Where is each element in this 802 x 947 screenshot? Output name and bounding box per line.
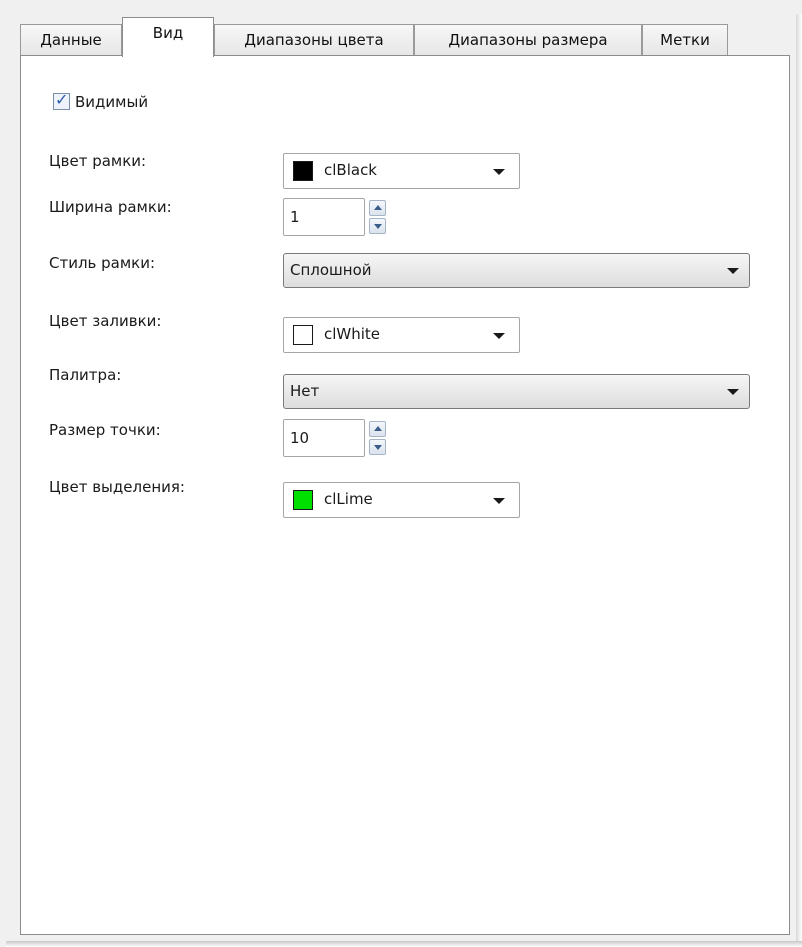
visible-checkbox[interactable]: ✓ <box>53 90 70 110</box>
check-mark-icon: ✓ <box>55 90 69 109</box>
tab-view[interactable]: Вид <box>122 17 214 57</box>
fill-color-label: Цвет заливки: <box>49 312 162 330</box>
selection-color-swatch <box>293 490 313 510</box>
tab-color-ranges[interactable]: Диапазоны цвета <box>214 24 414 56</box>
tab-size-ranges[interactable]: Диапазоны размера <box>414 24 642 56</box>
chevron-down-icon <box>493 169 505 175</box>
visible-checkbox-label[interactable]: Видимый <box>75 93 148 111</box>
tab-labels[interactable]: Метки <box>642 24 728 56</box>
chevron-down-icon <box>493 498 505 504</box>
selection-color-combo[interactable]: clLime <box>283 482 520 518</box>
chevron-down-icon <box>727 268 739 274</box>
point-size-down-button[interactable] <box>369 439 386 455</box>
frame-width-value: 1 <box>290 208 300 226</box>
frame-color-combo[interactable]: clBlack <box>283 153 520 189</box>
tab-view-label: Вид <box>152 24 184 42</box>
point-size-input[interactable]: 10 <box>283 419 365 457</box>
tab-color-ranges-label: Диапазоны цвета <box>244 31 384 49</box>
point-size-label: Размер точки: <box>49 421 161 439</box>
frame-width-up-button[interactable] <box>369 200 386 216</box>
frame-width-down-button[interactable] <box>369 218 386 234</box>
spin-up-icon <box>374 205 382 210</box>
frame-color-label: Цвет рамки: <box>49 152 147 170</box>
spin-down-icon <box>374 445 382 450</box>
frame-style-dropdown[interactable]: Сплошной <box>283 253 750 288</box>
selection-color-label: Цвет выделения: <box>49 478 185 496</box>
window-shadow <box>796 14 802 944</box>
view-tab-panel: ✓ Видимый Цвет рамки: clBlack Ширина рам… <box>20 55 790 935</box>
frame-color-swatch <box>293 161 313 181</box>
frame-width-input[interactable]: 1 <box>283 198 365 236</box>
tab-size-ranges-label: Диапазоны размера <box>448 31 608 49</box>
frame-style-label: Стиль рамки: <box>49 254 156 272</box>
fill-color-combo[interactable]: clWhite <box>283 317 520 353</box>
chevron-down-icon <box>727 389 739 395</box>
point-size-value: 10 <box>290 429 310 447</box>
point-size-up-button[interactable] <box>369 421 386 437</box>
fill-color-value: clWhite <box>324 325 381 343</box>
frame-width-label: Ширина рамки: <box>49 198 172 216</box>
frame-color-value: clBlack <box>324 161 377 179</box>
palette-value: Нет <box>290 382 320 400</box>
palette-label: Палитра: <box>49 366 122 384</box>
spin-down-icon <box>374 224 382 229</box>
window-shadow <box>6 941 802 947</box>
palette-dropdown[interactable]: Нет <box>283 374 750 409</box>
chevron-down-icon <box>493 333 505 339</box>
tab-data-label: Данные <box>40 31 102 49</box>
frame-style-value: Сплошной <box>290 261 372 279</box>
spin-up-icon <box>374 426 382 431</box>
tab-data[interactable]: Данные <box>20 24 122 56</box>
selection-color-value: clLime <box>324 490 373 508</box>
properties-dialog: Данные Вид Диапазоны цвета Диапазоны раз… <box>0 0 802 947</box>
fill-color-swatch <box>293 325 313 345</box>
tab-labels-label: Метки <box>660 31 710 49</box>
